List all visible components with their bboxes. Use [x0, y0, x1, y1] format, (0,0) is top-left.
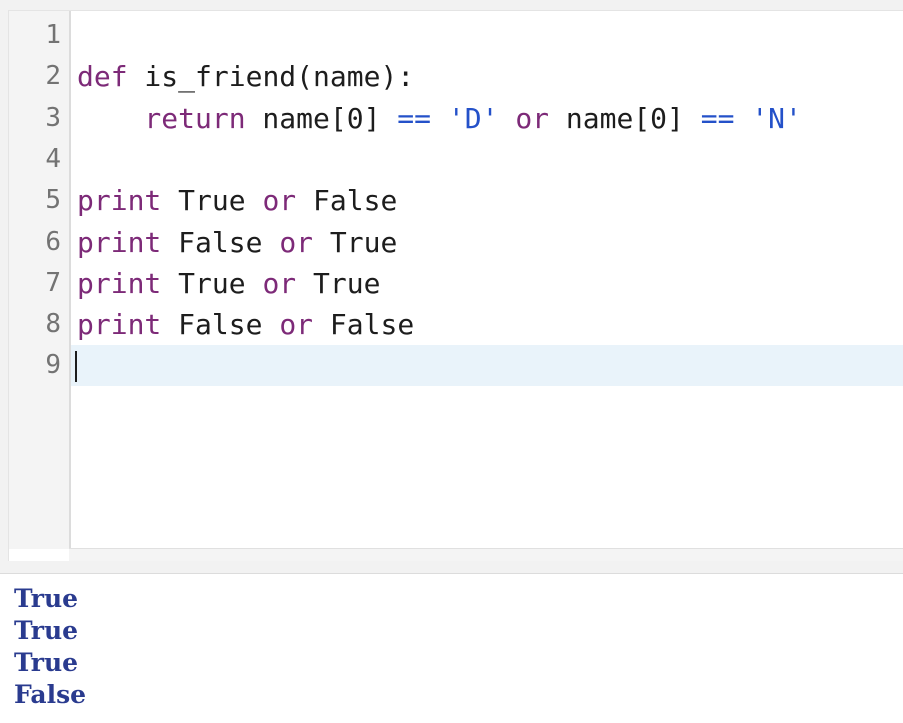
line-number: 3 — [45, 102, 61, 133]
code-line[interactable]: print True or True — [71, 263, 903, 304]
code-line[interactable]: print False or True — [71, 222, 903, 263]
code-token-plain: True — [296, 266, 381, 300]
text-cursor — [75, 351, 77, 383]
code-token-kw: print — [77, 184, 162, 218]
code-line-text: print False or True — [77, 222, 397, 263]
code-token-kw: def — [77, 60, 128, 94]
code-token-plain: False — [313, 308, 415, 342]
output-line: True — [14, 616, 79, 645]
code-token-op: == — [397, 101, 432, 135]
code-token-plain: name[0] — [549, 101, 701, 135]
output-line: True — [14, 648, 79, 677]
current-code-line[interactable] — [71, 345, 903, 387]
code-line-text: return name[0] == 'D' or name[0] == 'N' — [77, 98, 802, 139]
code-token-plain: True — [161, 184, 263, 218]
code-token-plain: True — [161, 266, 263, 300]
code-token-kw-or: or — [262, 184, 297, 218]
code-line[interactable]: print False or False — [71, 304, 903, 345]
code-line-text: print False or False — [77, 304, 414, 345]
code-token-kw-or: or — [515, 101, 550, 135]
code-line[interactable]: return name[0] == 'D' or name[0] == 'N' — [71, 98, 903, 139]
code-line[interactable]: def is_friend(name): — [71, 56, 903, 97]
line-number: 2 — [45, 61, 61, 92]
line-number: 8 — [45, 309, 61, 340]
code-token-str: 'N' — [751, 101, 802, 135]
line-number: 7 — [45, 267, 61, 298]
code-token-kw: print — [77, 266, 162, 300]
code-editor[interactable]: 1 2 3 4 5 6 7 8 9 def is_friend(name): return na… — [8, 10, 903, 561]
line-number: 5 — [45, 185, 61, 216]
output-line: False — [14, 680, 87, 709]
code-line-text: print True or True — [77, 263, 380, 304]
output-console: True True True False — [0, 573, 903, 723]
code-token-plain: False — [296, 184, 398, 218]
code-area[interactable]: def is_friend(name): return name[0] == '… — [71, 11, 903, 549]
code-line[interactable] — [71, 139, 903, 180]
code-token-str: 'D' — [447, 101, 499, 135]
code-token-kw: print — [77, 225, 162, 259]
code-token-plain: is_friend(name): — [127, 60, 415, 94]
code-line-text: def is_friend(name): — [77, 56, 414, 97]
code-line[interactable]: print True or False — [71, 180, 903, 221]
line-number: 6 — [45, 226, 61, 257]
code-token-kw: return — [77, 101, 246, 135]
line-number: 4 — [45, 143, 61, 174]
code-token-kw-or: or — [279, 308, 314, 342]
code-token-kw-or: or — [262, 266, 297, 300]
code-line-text: print True or False — [77, 180, 397, 221]
line-number: 1 — [45, 20, 61, 50]
code-line[interactable] — [71, 15, 903, 56]
code-token-plain: name[0] — [245, 101, 398, 135]
code-token-kw: print — [77, 308, 162, 342]
code-token-plain: False — [161, 308, 280, 342]
code-token-plain: False — [161, 225, 280, 259]
line-number-gutter: 1 2 3 4 5 6 7 8 9 — [9, 11, 71, 549]
output-line: True — [14, 584, 79, 613]
line-number: 9 — [45, 350, 61, 381]
horizontal-scrollbar[interactable] — [69, 548, 903, 561]
code-token-kw-or: or — [279, 225, 314, 259]
code-token-op: == — [700, 101, 735, 135]
code-token-plain: True — [313, 225, 398, 259]
